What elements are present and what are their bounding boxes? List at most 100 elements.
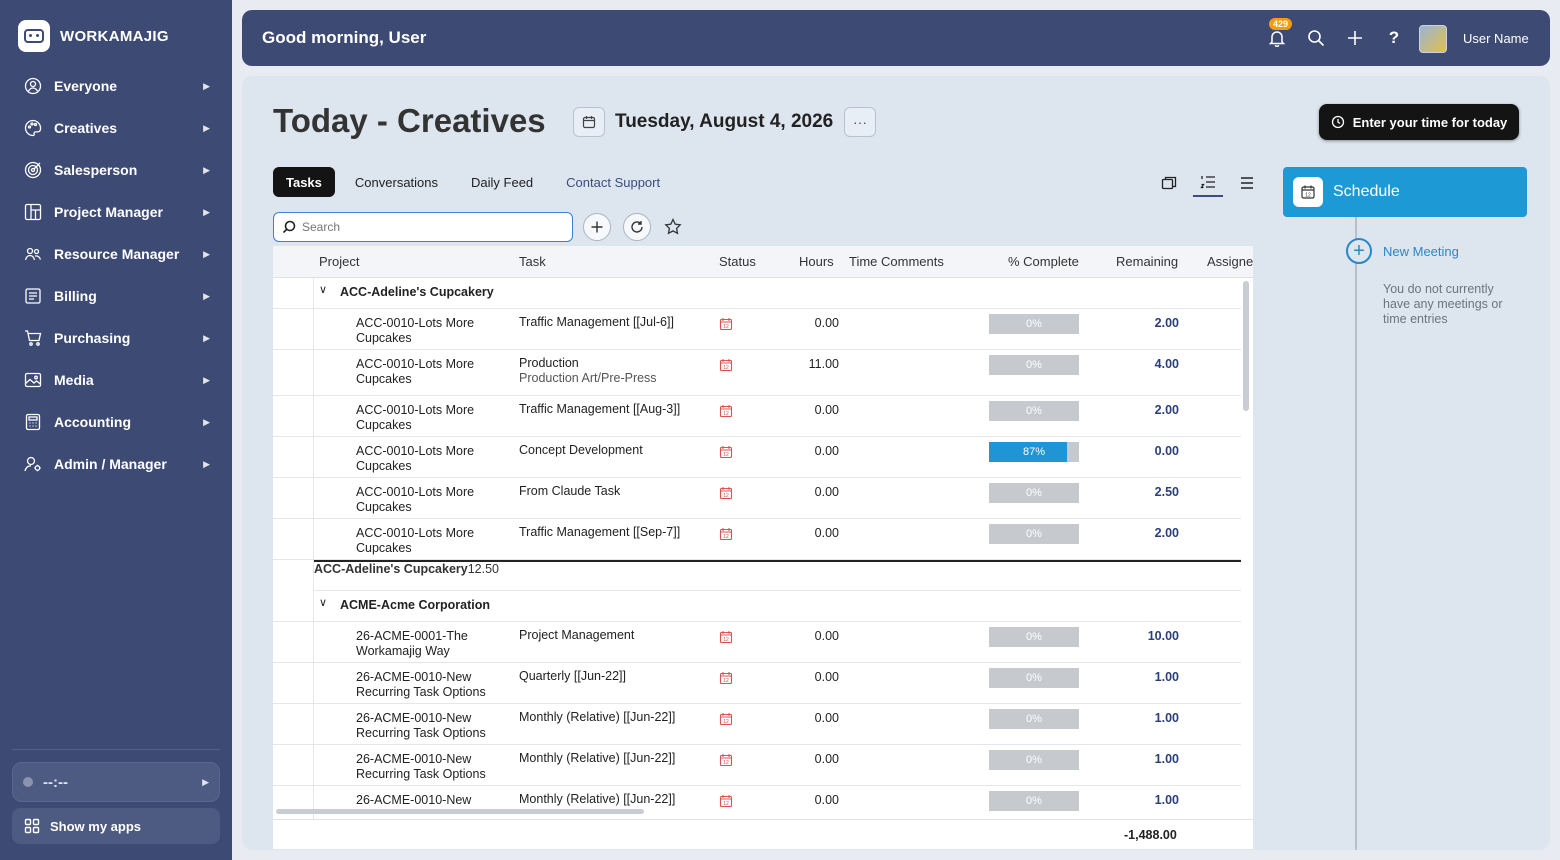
col-assignee-header[interactable]: Assigne <box>1207 254 1253 269</box>
remaining-value[interactable]: 1.00 <box>1155 670 1179 684</box>
hours-value[interactable]: 0.00 <box>815 316 839 330</box>
table-row[interactable]: 26-ACME-0001-The Workamajig Way Project Ma… <box>273 622 1241 663</box>
col-time-comments-header[interactable]: Time Comments <box>849 254 944 269</box>
col-hours-header[interactable]: Hours <box>799 254 834 269</box>
enter-time-button[interactable]: Enter your time for today <box>1319 104 1519 140</box>
remaining-value[interactable]: 2.00 <box>1155 316 1179 330</box>
calendar-status-icon[interactable]: 12 <box>719 671 733 688</box>
calendar-status-icon[interactable]: 12 <box>719 712 733 729</box>
sidebar-item-project-manager[interactable]: Project Manager ▶ <box>0 191 232 233</box>
hours-value[interactable]: 0.00 <box>815 526 839 540</box>
show-apps-button[interactable]: Show my apps <box>12 808 220 844</box>
remaining-value[interactable]: 0.00 <box>1155 444 1179 458</box>
hours-value[interactable]: 0.00 <box>815 444 839 458</box>
table-row[interactable]: ACC-0010-Lots More Cupcakes Concept Develo… <box>273 437 1241 478</box>
hours-value[interactable]: 11.00 <box>809 357 839 371</box>
task-name[interactable]: Quarterly [[Jun-22]] <box>519 669 626 683</box>
help-icon[interactable]: ? <box>1384 28 1404 48</box>
search-field[interactable] <box>273 212 573 242</box>
search-icon[interactable] <box>1306 28 1326 48</box>
task-name[interactable]: Monthly (Relative) [[Jun-22]] <box>519 751 675 765</box>
progress-bar[interactable]: 0% <box>989 524 1079 544</box>
hours-value[interactable]: 0.00 <box>815 711 839 725</box>
task-name[interactable]: Traffic Management [[Jul-6]] <box>519 315 674 329</box>
plus-icon[interactable] <box>1345 28 1365 48</box>
remaining-value[interactable]: 2.00 <box>1155 403 1179 417</box>
chevron-down-icon[interactable]: ∨ <box>319 283 327 296</box>
avatar[interactable] <box>1419 25 1447 53</box>
list-view-icon[interactable] <box>1235 169 1259 197</box>
task-name[interactable]: Concept Development <box>519 443 643 457</box>
group-row[interactable]: ∨ ACC-Adeline's Cupcakery <box>273 278 1241 309</box>
hours-value[interactable]: 0.00 <box>815 485 839 499</box>
search-input[interactable] <box>302 220 552 234</box>
hours-value[interactable]: 0.00 <box>815 670 839 684</box>
task-name[interactable]: Traffic Management [[Aug-3]] <box>519 402 680 416</box>
schedule-button[interactable]: 12 Schedule <box>1283 167 1527 217</box>
table-row[interactable]: ACC-0010-Lots More Cupcakes Traffic Manage… <box>273 396 1241 437</box>
table-row[interactable]: ACC-0010-Lots More Cupcakes Production Prod… <box>273 350 1241 396</box>
progress-bar[interactable]: 0% <box>989 314 1079 334</box>
table-row[interactable]: ACC-0010-Lots More Cupcakes Traffic Manage… <box>273 519 1241 560</box>
horizontal-scrollbar[interactable] <box>276 809 644 814</box>
calendar-status-icon[interactable]: 12 <box>719 404 733 421</box>
progress-bar[interactable]: 0% <box>989 750 1079 770</box>
favorite-star-icon[interactable] <box>664 218 682 236</box>
remaining-value[interactable]: 2.00 <box>1155 526 1179 540</box>
calendar-status-icon[interactable]: 12 <box>719 527 733 544</box>
task-name[interactable]: Project Management <box>519 628 634 642</box>
col-percent-complete-header[interactable]: % Complete <box>1008 254 1079 269</box>
remaining-value[interactable]: 1.00 <box>1155 793 1179 807</box>
tab-tasks[interactable]: Tasks <box>273 167 335 197</box>
username[interactable]: User Name <box>1463 31 1529 46</box>
vertical-scrollbar[interactable] <box>1243 281 1249 411</box>
tab-daily-feed[interactable]: Daily Feed <box>458 167 546 197</box>
task-name[interactable]: From Claude Task <box>519 484 620 498</box>
progress-bar[interactable]: 87% <box>989 442 1079 462</box>
hours-value[interactable]: 0.00 <box>815 403 839 417</box>
progress-bar[interactable]: 0% <box>989 627 1079 647</box>
calendar-status-icon[interactable]: 12 <box>719 445 733 462</box>
more-options-button[interactable]: ··· <box>844 107 876 137</box>
sidebar-item-purchasing[interactable]: Purchasing ▶ <box>0 317 232 359</box>
chevron-down-icon[interactable]: ∨ <box>319 596 327 609</box>
sidebar-item-admin-manager[interactable]: Admin / Manager ▶ <box>0 443 232 485</box>
table-row[interactable]: 26-ACME-0010-New Recurring Task Options Qu… <box>273 663 1241 704</box>
sidebar-item-everyone[interactable]: Everyone ▶ <box>0 65 232 107</box>
sidebar-item-media[interactable]: Media ▶ <box>0 359 232 401</box>
sidebar-item-resource-manager[interactable]: Resource Manager ▶ <box>0 233 232 275</box>
table-row[interactable]: ACC-0010-Lots More Cupcakes From Claude Ta… <box>273 478 1241 519</box>
refresh-button[interactable] <box>623 213 651 241</box>
new-meeting-button[interactable]: + New Meeting <box>1346 238 1459 264</box>
hours-value[interactable]: 0.00 <box>815 752 839 766</box>
calendar-status-icon[interactable]: 12 <box>719 358 733 375</box>
table-row[interactable]: 26-ACME-0010-New Recurring Task Options Mo… <box>273 745 1241 786</box>
task-name[interactable]: Monthly (Relative) [[Jun-22]] <box>519 710 675 724</box>
col-status-header[interactable]: Status <box>719 254 756 269</box>
bell-icon[interactable] <box>1267 28 1287 48</box>
table-row[interactable]: 26-ACME-0010-New Recurring Task Options Mo… <box>273 704 1241 745</box>
progress-bar[interactable]: 0% <box>989 355 1079 375</box>
task-name[interactable]: Monthly (Relative) [[Jun-22]] <box>519 792 675 806</box>
tab-contact-support[interactable]: Contact Support <box>553 167 673 197</box>
group-row[interactable]: ∨ ACME-Acme Corporation <box>273 591 1241 622</box>
remaining-value[interactable]: 4.00 <box>1155 357 1179 371</box>
calendar-button[interactable] <box>573 107 605 137</box>
remaining-value[interactable]: 1.00 <box>1155 752 1179 766</box>
app-logo[interactable]: WORKAMAJIG <box>18 20 169 52</box>
table-row[interactable]: ACC-0010-Lots More Cupcakes Traffic Manage… <box>273 309 1241 350</box>
progress-bar[interactable]: 0% <box>989 483 1079 503</box>
hours-value[interactable]: 0.00 <box>815 629 839 643</box>
progress-bar[interactable]: 0% <box>989 401 1079 421</box>
numbered-list-view-icon[interactable] <box>1193 169 1223 197</box>
progress-bar[interactable]: 0% <box>989 709 1079 729</box>
window-view-icon[interactable] <box>1157 169 1181 197</box>
calendar-status-icon[interactable]: 12 <box>719 794 733 811</box>
col-task-header[interactable]: Task <box>519 254 546 269</box>
progress-bar[interactable]: 0% <box>989 791 1079 811</box>
sidebar-item-salesperson[interactable]: Salesperson ▶ <box>0 149 232 191</box>
calendar-status-icon[interactable]: 12 <box>719 486 733 503</box>
calendar-status-icon[interactable]: 12 <box>719 753 733 770</box>
col-project-header[interactable]: Project <box>319 254 359 269</box>
remaining-value[interactable]: 10.00 <box>1148 629 1179 643</box>
